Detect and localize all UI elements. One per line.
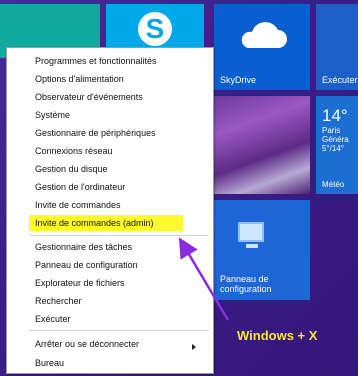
submenu-chevron-right-icon — [192, 344, 196, 350]
menu-item-network-connections[interactable]: Connexions réseau — [35, 145, 113, 157]
menu-item-command-prompt[interactable]: Invite de commandes — [35, 199, 121, 211]
menu-item-disk-management[interactable]: Gestion du disque — [35, 163, 108, 175]
tile-execute[interactable]: Exécuter — [316, 4, 358, 90]
menu-item-event-viewer[interactable]: Observateur d'événements — [35, 91, 143, 103]
tile-control-panel[interactable]: Panneau de configuration — [214, 200, 310, 300]
menu-separator — [29, 330, 209, 331]
menu-separator — [29, 235, 209, 236]
menu-item-file-explorer[interactable]: Explorateur de fichiers — [35, 277, 125, 289]
weather-desc: Généra — [322, 135, 349, 144]
weather-temp: 14° — [322, 106, 348, 125]
tile-photo[interactable] — [214, 96, 310, 194]
tile-skydrive[interactable]: SkyDrive — [214, 4, 310, 90]
menu-item-search[interactable]: Rechercher — [35, 295, 82, 307]
menu-item-task-manager[interactable]: Gestionnaire des tâches — [35, 241, 132, 253]
tile-label-execute: Exécuter — [322, 75, 358, 85]
menu-item-run[interactable]: Exécuter — [35, 313, 71, 325]
weather-app-name: Météo — [322, 180, 345, 189]
menu-item-system[interactable]: Système — [35, 109, 70, 121]
menu-item-control-panel[interactable]: Panneau de configuration — [35, 259, 138, 271]
control-panel-icon — [238, 222, 264, 242]
tile-label-skydrive: SkyDrive — [220, 75, 257, 85]
menu-item-programs[interactable]: Programmes et fonctionnalités — [35, 55, 157, 67]
menu-item-device-manager[interactable]: Gestionnaire de périphériques — [35, 127, 156, 139]
menu-item-computer-management[interactable]: Gestion de l'ordinateur — [35, 181, 125, 193]
tile-weather[interactable]: 14° Paris Généra 5°/14° Météo — [316, 96, 358, 194]
menu-item-shutdown-signout[interactable]: Arrêter ou se déconnecter — [35, 338, 139, 350]
menu-item-desktop[interactable]: Bureau — [35, 357, 64, 369]
control-panel-icon-stand — [246, 244, 258, 248]
shortcut-caption: Windows + X — [237, 328, 318, 343]
cloud-icon — [241, 22, 287, 48]
weather-range: 5°/14° — [322, 144, 344, 153]
tile-label-control-panel: Panneau de configuration — [220, 274, 272, 294]
menu-item-power-options[interactable]: Options d'alimentation — [35, 73, 124, 85]
winx-context-menu: Programmes et fonctionnalités Options d'… — [6, 47, 214, 374]
menu-item-command-prompt-admin[interactable]: Invite de commandes (admin) — [29, 215, 183, 231]
skype-icon: S — [138, 12, 172, 46]
weather-info: Paris Généra 5°/14° — [322, 126, 349, 153]
weather-city: Paris — [322, 126, 341, 135]
